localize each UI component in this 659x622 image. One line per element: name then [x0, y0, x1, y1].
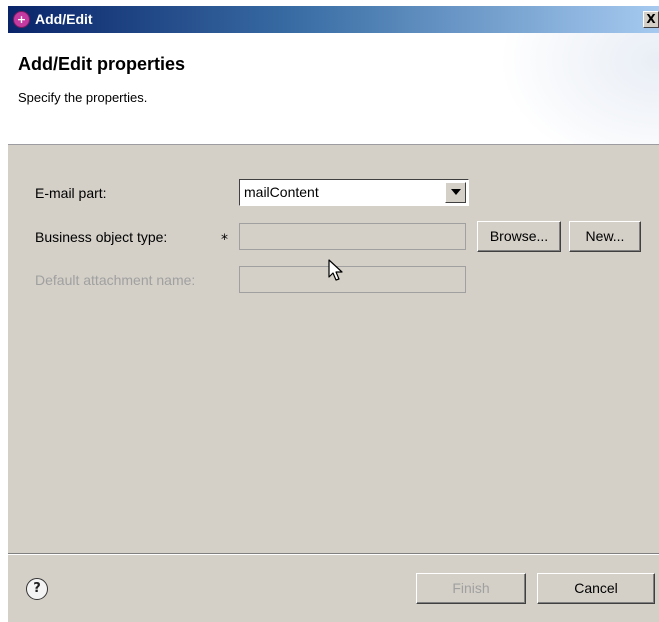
help-icon[interactable]: ?: [26, 578, 48, 600]
cancel-button[interactable]: Cancel: [537, 573, 655, 604]
add-edit-dialog: + Add/Edit X Add/Edit properties Specify…: [8, 6, 659, 622]
email-part-value: mailContent: [244, 184, 319, 200]
title-bar[interactable]: + Add/Edit X: [8, 6, 659, 33]
mouse-cursor-icon: [328, 259, 344, 287]
new-button[interactable]: New...: [569, 221, 641, 252]
default-attachment-name-label: Default attachment name:: [35, 272, 196, 288]
business-object-type-field[interactable]: [239, 223, 466, 250]
business-object-type-label: Business object type:: [35, 229, 168, 245]
header-decoration: [499, 33, 659, 144]
window-title: Add/Edit: [35, 11, 93, 27]
dialog-header: Add/Edit properties Specify the properti…: [8, 33, 659, 145]
close-icon[interactable]: X: [643, 11, 659, 28]
finish-button[interactable]: Finish: [416, 573, 526, 604]
required-marker: *: [221, 232, 228, 248]
app-icon: +: [13, 11, 30, 28]
footer-separator: [8, 553, 659, 555]
email-part-label: E-mail part:: [35, 185, 107, 201]
email-part-combo[interactable]: mailContent: [239, 179, 469, 206]
browse-button[interactable]: Browse...: [477, 221, 561, 252]
form-area: E-mail part: mailContent Business object…: [8, 145, 659, 553]
page-title: Add/Edit properties: [18, 54, 186, 74]
page-description: Specify the properties.: [18, 90, 148, 105]
default-attachment-name-field[interactable]: [239, 266, 466, 293]
dropdown-arrow-icon[interactable]: [445, 182, 466, 203]
